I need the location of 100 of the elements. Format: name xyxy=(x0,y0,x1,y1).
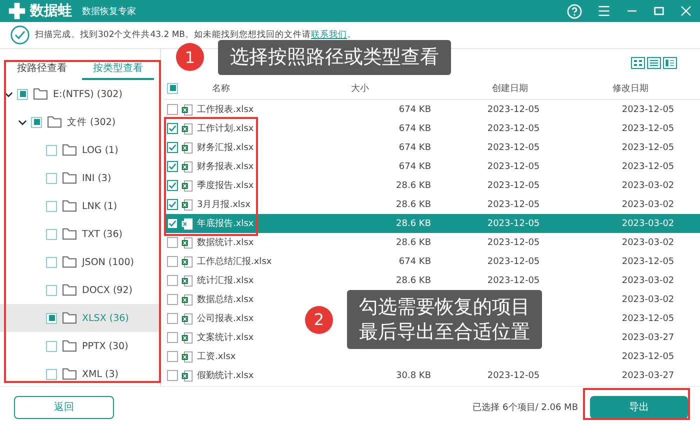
checkbox[interactable] xyxy=(46,340,57,352)
checkbox[interactable] xyxy=(167,313,178,324)
column-header[interactable]: 大小 xyxy=(261,82,459,94)
checkbox[interactable] xyxy=(31,116,42,128)
checkbox[interactable] xyxy=(46,144,57,156)
checkbox[interactable] xyxy=(167,351,178,362)
checkbox[interactable] xyxy=(167,180,178,191)
spreadsheet-icon xyxy=(181,104,193,116)
chevron-icon[interactable] xyxy=(4,90,13,98)
file-name[interactable]: 财务汇报.xlsx xyxy=(197,141,254,154)
modified-date: 2023-12-05 xyxy=(622,314,674,324)
file-name[interactable]: 假勤统计.xlsx xyxy=(197,369,254,382)
folder-icon xyxy=(62,312,77,324)
file-name[interactable]: 工作总结汇报.xlsx xyxy=(197,255,272,268)
column-header[interactable]: 创建日期 xyxy=(459,82,561,94)
tree-item[interactable]: TXT (36) xyxy=(0,220,160,248)
file-name[interactable]: 公司报表.xlsx xyxy=(197,312,254,325)
checkbox[interactable] xyxy=(167,161,178,172)
help-icon[interactable] xyxy=(567,4,582,18)
app-name: 数据蛙 xyxy=(30,2,72,20)
checkbox[interactable] xyxy=(167,142,178,153)
back-button[interactable]: 返回 xyxy=(14,396,114,418)
checkbox[interactable] xyxy=(167,275,178,286)
contact-link[interactable]: 联系我们 xyxy=(311,30,348,40)
modified-date: 2023-03-02 xyxy=(622,238,674,248)
file-name[interactable]: 文案统计.xlsx xyxy=(197,331,254,344)
tree-item[interactable]: E:(NTFS) (302) xyxy=(0,80,160,108)
checkbox[interactable] xyxy=(46,200,57,212)
view-tab[interactable]: 按类型查看 xyxy=(82,59,154,80)
chevron-icon[interactable] xyxy=(18,118,27,126)
checkbox[interactable] xyxy=(46,228,57,240)
file-size: 674 KB xyxy=(398,124,431,134)
export-button[interactable]: 导出 xyxy=(590,396,688,418)
modified-date: 2023-03-27 xyxy=(622,370,674,380)
check-circle-icon xyxy=(10,25,30,45)
detail-view-icon[interactable] xyxy=(663,57,677,69)
checkbox[interactable] xyxy=(167,218,178,229)
file-size: 28.6 KB xyxy=(396,238,431,248)
tree-item[interactable]: DOCX (92) xyxy=(0,276,160,304)
checkbox[interactable] xyxy=(46,256,57,268)
checkbox[interactable] xyxy=(167,370,178,381)
spreadsheet-icon xyxy=(181,350,193,362)
file-size: 28.6 KB xyxy=(396,276,431,286)
checkbox[interactable] xyxy=(46,172,57,184)
modified-date: 2023-12-05 xyxy=(622,256,674,266)
file-name[interactable]: 年底报告.xlsx xyxy=(197,217,254,230)
modified-date: 2023-12-05 xyxy=(622,142,674,152)
file-name[interactable]: 数据总结.xlsx xyxy=(197,293,254,306)
created-date: 2023-12-05 xyxy=(487,124,540,134)
column-header[interactable]: 修改日期 xyxy=(561,82,700,94)
selected-row-highlight[interactable]: 年底报告.xlsx 28.6 KB 2023-12-05 2023-03-02 xyxy=(164,214,700,233)
checkbox[interactable] xyxy=(167,104,178,115)
spreadsheet-icon xyxy=(181,236,193,248)
tree-item[interactable]: PPTX (30) xyxy=(0,332,160,360)
file-name[interactable]: 数据统计.xlsx xyxy=(197,236,254,249)
created-date: 2023-12-05 xyxy=(487,142,540,152)
checkbox[interactable] xyxy=(167,256,178,267)
checkbox[interactable] xyxy=(167,199,178,210)
checkbox[interactable] xyxy=(167,123,178,134)
tree-item[interactable]: LOG (1) xyxy=(0,136,160,164)
tree-item[interactable]: INI (3) xyxy=(0,164,160,192)
folder-icon xyxy=(62,368,77,380)
file-size: 674 KB xyxy=(398,162,431,172)
file-name[interactable]: 统计汇报.xlsx xyxy=(197,274,254,287)
file-name[interactable]: 工作报表.xlsx xyxy=(197,103,254,116)
file-name[interactable]: 季度报告.xlsx xyxy=(197,179,254,192)
step-number-badge: 2 xyxy=(305,306,333,334)
file-name[interactable]: 工资.xlsx xyxy=(197,350,236,363)
modified-date: 2023-03-02 xyxy=(622,180,674,190)
select-all-checkbox[interactable] xyxy=(167,82,178,94)
maximize-icon[interactable] xyxy=(653,5,665,17)
checkbox[interactable] xyxy=(167,294,178,305)
column-header[interactable]: 名称 xyxy=(181,82,261,94)
spreadsheet-icon xyxy=(181,122,193,134)
tree-item[interactable]: JSON (100) xyxy=(0,248,160,276)
spreadsheet-icon xyxy=(181,142,193,154)
folder-icon xyxy=(62,144,77,156)
grid-view-icon[interactable] xyxy=(631,57,645,69)
checkbox[interactable] xyxy=(46,368,57,380)
file-size: 28.6 KB xyxy=(396,180,431,190)
file-name[interactable]: 3月月报.xlsx xyxy=(197,198,250,211)
created-date: 2023-12-05 xyxy=(487,218,540,228)
tree-item[interactable]: LNK (1) xyxy=(0,192,160,220)
checkbox[interactable] xyxy=(46,284,57,296)
spreadsheet-icon xyxy=(181,312,193,324)
checkbox[interactable] xyxy=(17,88,28,100)
list-view-icon[interactable] xyxy=(647,57,661,69)
checkbox[interactable] xyxy=(46,312,57,324)
file-name[interactable]: 财务报表.xlsx xyxy=(197,160,254,173)
tree-item[interactable]: 文件 (302) xyxy=(0,108,160,136)
view-tab[interactable]: 按路径查看 xyxy=(6,59,78,80)
menu-icon[interactable] xyxy=(597,4,611,18)
close-icon[interactable] xyxy=(680,5,692,17)
tree-item[interactable]: XML (3) xyxy=(0,360,160,388)
spreadsheet-icon xyxy=(181,218,193,230)
checkbox[interactable] xyxy=(167,332,178,343)
spreadsheet-icon xyxy=(181,294,193,306)
checkbox[interactable] xyxy=(167,237,178,248)
modified-date: 2023-03-27 xyxy=(622,332,674,342)
file-name[interactable]: 工作计划.xlsx xyxy=(197,122,254,135)
